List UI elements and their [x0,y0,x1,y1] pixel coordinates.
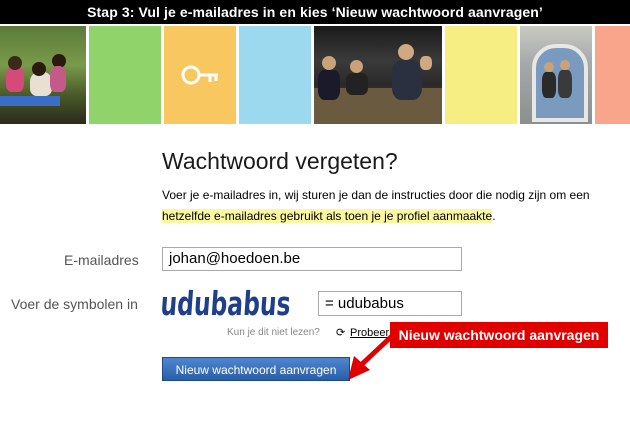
intro-highlight: hetzelfde e-mailadres gebruikt als toen … [162,209,493,223]
email-label: E-mailadres [64,252,139,268]
captcha-help-text: Kun je dit niet lezen? [227,327,320,338]
step-banner: Stap 3: Vul je e-mailadres in en kies ‘N… [0,0,630,24]
email-field[interactable]: johan@hoedoen.be [162,247,462,271]
captcha-text: udubabus [160,284,292,323]
intro-line-1: Voer je e-mailadres in, wij sturen je da… [162,188,590,202]
intro-text: Voer je e-mailadres in, wij sturen je da… [162,185,630,227]
key-icon [181,65,218,85]
page-title: Wachtwoord vergeten? [162,148,398,174]
color-tile-blue [239,26,311,124]
photo-table-football [314,26,442,124]
captcha-image: udubabus [160,284,292,323]
annotation-callout: Nieuw wachtwoord aanvragen [390,322,608,348]
color-tile-green [89,26,161,124]
intro-tail: . [492,209,496,223]
color-tile-orange [164,26,236,124]
captcha-label: Voer de symbolen in [11,296,138,312]
request-new-password-button[interactable]: Nieuw wachtwoord aanvragen [162,357,350,381]
color-tile-salmon [595,26,630,124]
captcha-input[interactable]: = udubabus [318,291,462,316]
header-image-strip [0,26,630,124]
color-tile-yellow [445,26,517,124]
photo-friends-playground [0,26,86,124]
annotation-arrow-icon [348,333,395,380]
photo-window-building [520,26,592,124]
